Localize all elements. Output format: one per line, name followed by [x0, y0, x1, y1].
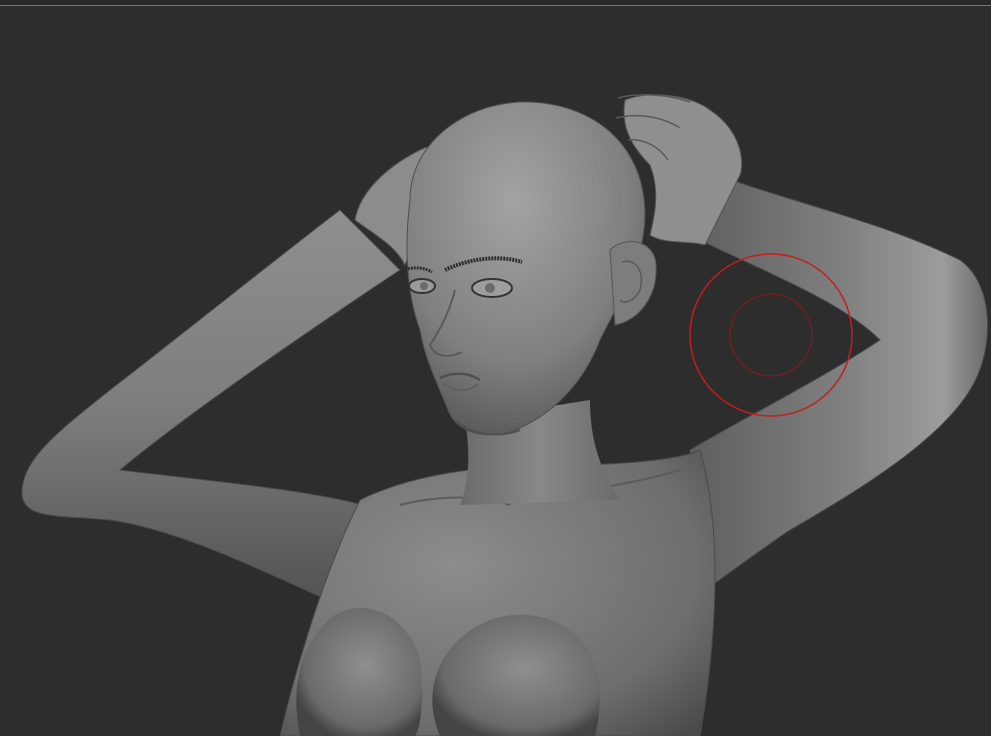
viewport-svg	[21, 94, 989, 736]
sculpt-app	[0, 0, 991, 736]
head[interactable]	[404, 101, 657, 436]
canvas-viewport[interactable]	[0, 7, 991, 736]
top-divider	[0, 0, 991, 6]
